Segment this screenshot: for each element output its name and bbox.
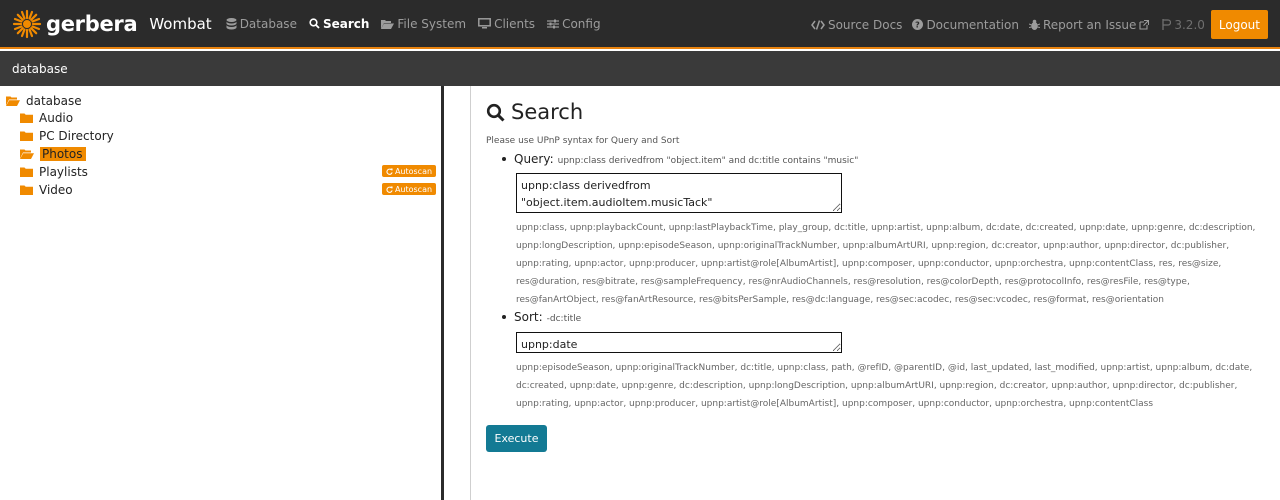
version-badge: 3.2.0	[1162, 18, 1205, 32]
sort-example: -dc:title	[546, 314, 582, 324]
autoscan-badge[interactable]: Autoscan	[382, 183, 436, 195]
report-issue-link[interactable]: Report an Issue	[1028, 17, 1152, 32]
tree-item-pc-directory[interactable]: PC Directory	[20, 128, 114, 144]
external-link-icon	[1139, 19, 1150, 30]
breadcrumb-item[interactable]: database	[12, 62, 68, 76]
autoscan-badge-label: Autoscan	[394, 184, 433, 194]
search-panel: Search Please use UPnP syntax for Query …	[486, 86, 1266, 500]
query-label: Query:	[514, 152, 554, 166]
code-icon	[811, 19, 825, 30]
query-input[interactable]: upnp:class derivedfrom "object.item.audi…	[516, 173, 842, 213]
bullet	[502, 157, 506, 161]
bullet	[502, 315, 506, 319]
nav-file-system[interactable]: File System	[381, 17, 466, 31]
nav-menu: Database Search File System Clients Conf…	[226, 17, 613, 31]
question-circle-icon: ?	[912, 19, 924, 30]
brand[interactable]: gerbera Wombat	[12, 9, 212, 39]
logout-button[interactable]: Logout	[1210, 10, 1268, 39]
page-title-text: Search	[511, 100, 584, 124]
query-properties-line: upnp:rating, upnp:actor, upnp:producer, …	[516, 259, 1222, 269]
panel-resizer[interactable]	[441, 86, 444, 500]
sliders-icon	[547, 19, 560, 28]
sort-input[interactable]: upnp:date	[516, 332, 842, 353]
search-icon	[309, 18, 320, 29]
gerbera-logo-icon	[12, 9, 42, 38]
svg-text:?: ?	[916, 21, 921, 30]
execute-button[interactable]: Execute	[486, 425, 547, 452]
query-properties-line: res@fanArtObject, res@fanArtResource, re…	[516, 295, 1164, 305]
tree-item-label: Playlists	[39, 165, 88, 179]
folder-open-icon	[381, 19, 395, 29]
sort-properties-line: upnp:rating, upnp:actor, upnp:producer, …	[516, 399, 1154, 409]
documentation-link[interactable]: ? Documentation	[912, 18, 1019, 32]
tree-item-playlists[interactable]: Playlists	[20, 164, 88, 180]
nav-right: Source Docs ? Documentation Report an Is…	[811, 10, 1268, 39]
query-row: Query: upnp:class derivedfrom "object.it…	[502, 152, 858, 166]
sort-properties: upnp:episodeSeason, upnp:originalTrackNu…	[516, 359, 1261, 413]
syntax-hint: Please use UPnP syntax for Query and Sor…	[486, 136, 680, 146]
nav-search[interactable]: Search	[309, 17, 369, 31]
page-title: Search	[486, 100, 583, 124]
query-properties-line: upnp:longDescription, upnp:episodeSeason…	[516, 241, 1230, 251]
top-navbar: gerbera Wombat Database Search File Syst…	[0, 0, 1280, 49]
divider	[470, 86, 471, 500]
folder-open-icon	[6, 96, 20, 106]
source-docs-label: Source Docs	[827, 17, 903, 32]
tree-item-video[interactable]: Video	[20, 182, 73, 198]
folder-open-icon	[20, 149, 34, 159]
sort-label: Sort:	[514, 310, 543, 324]
bug-icon	[1028, 19, 1040, 30]
database-icon	[226, 17, 237, 29]
version-text: 3.2.0	[1174, 17, 1205, 32]
nav-config[interactable]: Config	[547, 17, 601, 31]
source-docs-link[interactable]: Source Docs	[811, 18, 902, 32]
nav-config-label: Config	[562, 16, 601, 31]
tree-item-label: Audio	[39, 111, 74, 125]
tree-item-audio[interactable]: Audio	[20, 110, 73, 126]
query-example: upnp:class derivedfrom "object.item" and…	[557, 156, 859, 166]
nav-file-system-label: File System	[397, 16, 467, 31]
brand-release: Wombat	[149, 14, 212, 33]
nav-clients[interactable]: Clients	[478, 17, 535, 31]
tree-item-label: Photos	[40, 147, 87, 161]
tree-item-photos[interactable]: Photos	[20, 146, 87, 162]
refresh-icon	[386, 167, 393, 175]
query-properties-line: res@duration, res@bitrate, res@sampleFre…	[516, 277, 1190, 287]
version-icon	[1162, 19, 1172, 30]
sort-properties-line: upnp:episodeSeason, upnp:originalTrackNu…	[516, 363, 1253, 373]
autoscan-badge[interactable]: Autoscan	[382, 165, 436, 177]
documentation-label: Documentation	[926, 17, 1019, 32]
nav-database-label: Database	[239, 16, 297, 31]
folder-icon	[20, 185, 33, 195]
query-properties: upnp:class, upnp:playbackCount, upnp:las…	[516, 219, 1261, 309]
nav-clients-label: Clients	[494, 16, 536, 31]
search-icon	[486, 103, 505, 122]
monitor-icon	[478, 18, 492, 29]
folder-icon	[20, 113, 33, 123]
sort-row: Sort: -dc:title	[502, 310, 581, 324]
tree-root[interactable]: database	[6, 94, 82, 108]
tree-root-label: database	[26, 94, 82, 108]
autoscan-badge-label: Autoscan	[394, 166, 433, 176]
folder-icon	[20, 131, 33, 141]
nav-database[interactable]: Database	[226, 17, 297, 31]
nav-search-label: Search	[322, 16, 370, 31]
breadcrumb: database	[0, 51, 1280, 86]
query-properties-line: upnp:class, upnp:playbackCount, upnp:las…	[516, 223, 1256, 233]
sort-properties-line: dc:created, upnp:date, upnp:genre, dc:de…	[516, 381, 1238, 391]
tree-item-label: Video	[39, 183, 73, 197]
database-tree: database Audio PC Directory Photos Playl…	[0, 86, 441, 500]
report-issue-label: Report an Issue	[1042, 17, 1137, 32]
brand-name: gerbera	[46, 11, 138, 36]
refresh-icon	[386, 185, 393, 193]
tree-item-label: PC Directory	[39, 129, 114, 143]
folder-icon	[20, 167, 33, 177]
